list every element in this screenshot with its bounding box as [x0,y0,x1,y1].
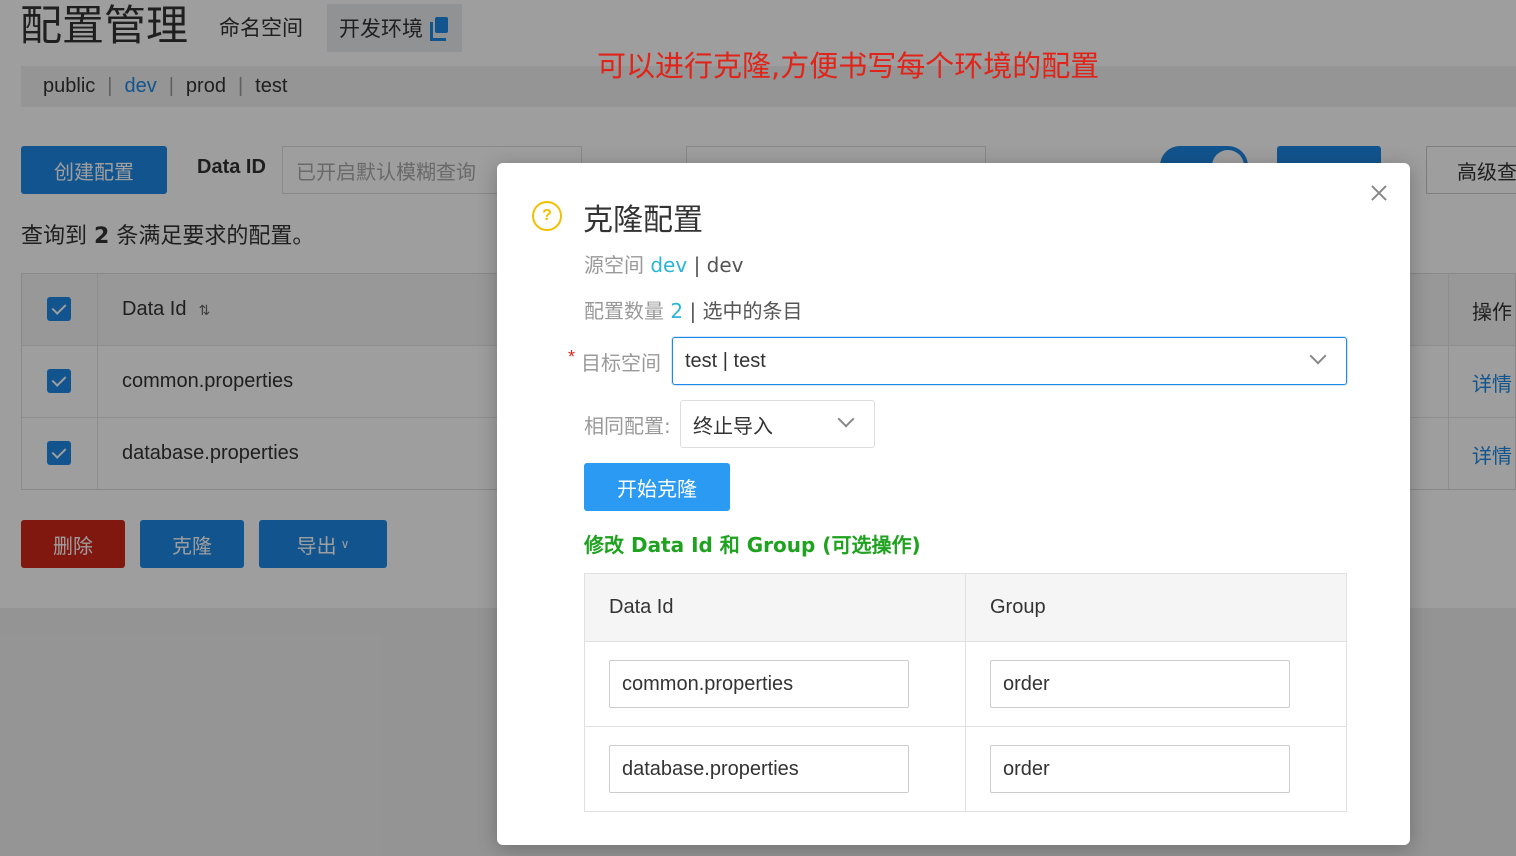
same-config-label: 相同配置: [584,414,671,438]
dialog-title: 克隆配置 [583,203,703,238]
source-namespace-rest: | dev [693,253,744,277]
same-config-value: 终止导入 [693,413,773,438]
target-namespace-value: test | test [685,349,766,372]
clone-config-dialog: ? 克隆配置 源空间 dev | dev 配置数量 2 | 选中的条目 * 目标… [497,163,1410,845]
count-value: 2 [670,299,684,323]
close-icon[interactable] [1367,181,1391,205]
count-label: 配置数量 [584,299,664,323]
source-namespace: dev [650,253,688,277]
chevron-down-icon [1309,347,1327,365]
required-marker: * [568,347,576,367]
group-edit-input[interactable]: order [990,660,1290,708]
target-namespace-select[interactable]: test | test [672,337,1347,385]
column-divider [965,574,966,811]
column-header-group: Group [990,596,1046,618]
group-edit-input[interactable]: order [990,745,1290,793]
same-config-select[interactable]: 终止导入 [680,400,875,448]
source-namespace-line: 源空间 dev | dev [584,249,744,278]
config-count-line: 配置数量 2 | 选中的条目 [584,295,803,324]
target-namespace-label: 目标空间 [581,351,661,375]
start-clone-button[interactable]: 开始克隆 [584,463,730,511]
clone-edit-table: Data Id Group common.properties order da… [584,573,1347,812]
dataid-edit-input[interactable]: database.properties [609,745,909,793]
dataid-edit-input[interactable]: common.properties [609,660,909,708]
source-label: 源空间 [584,253,644,277]
help-icon: ? [532,201,562,231]
annotation-text: 可以进行克隆,方便书写每个环境的配置 [597,49,1100,83]
count-rest: | 选中的条目 [689,299,803,323]
column-header-dataid: Data Id [609,596,674,618]
modify-hint: 修改 Data Id 和 Group (可选操作) [584,533,921,557]
chevron-down-icon [837,410,855,428]
